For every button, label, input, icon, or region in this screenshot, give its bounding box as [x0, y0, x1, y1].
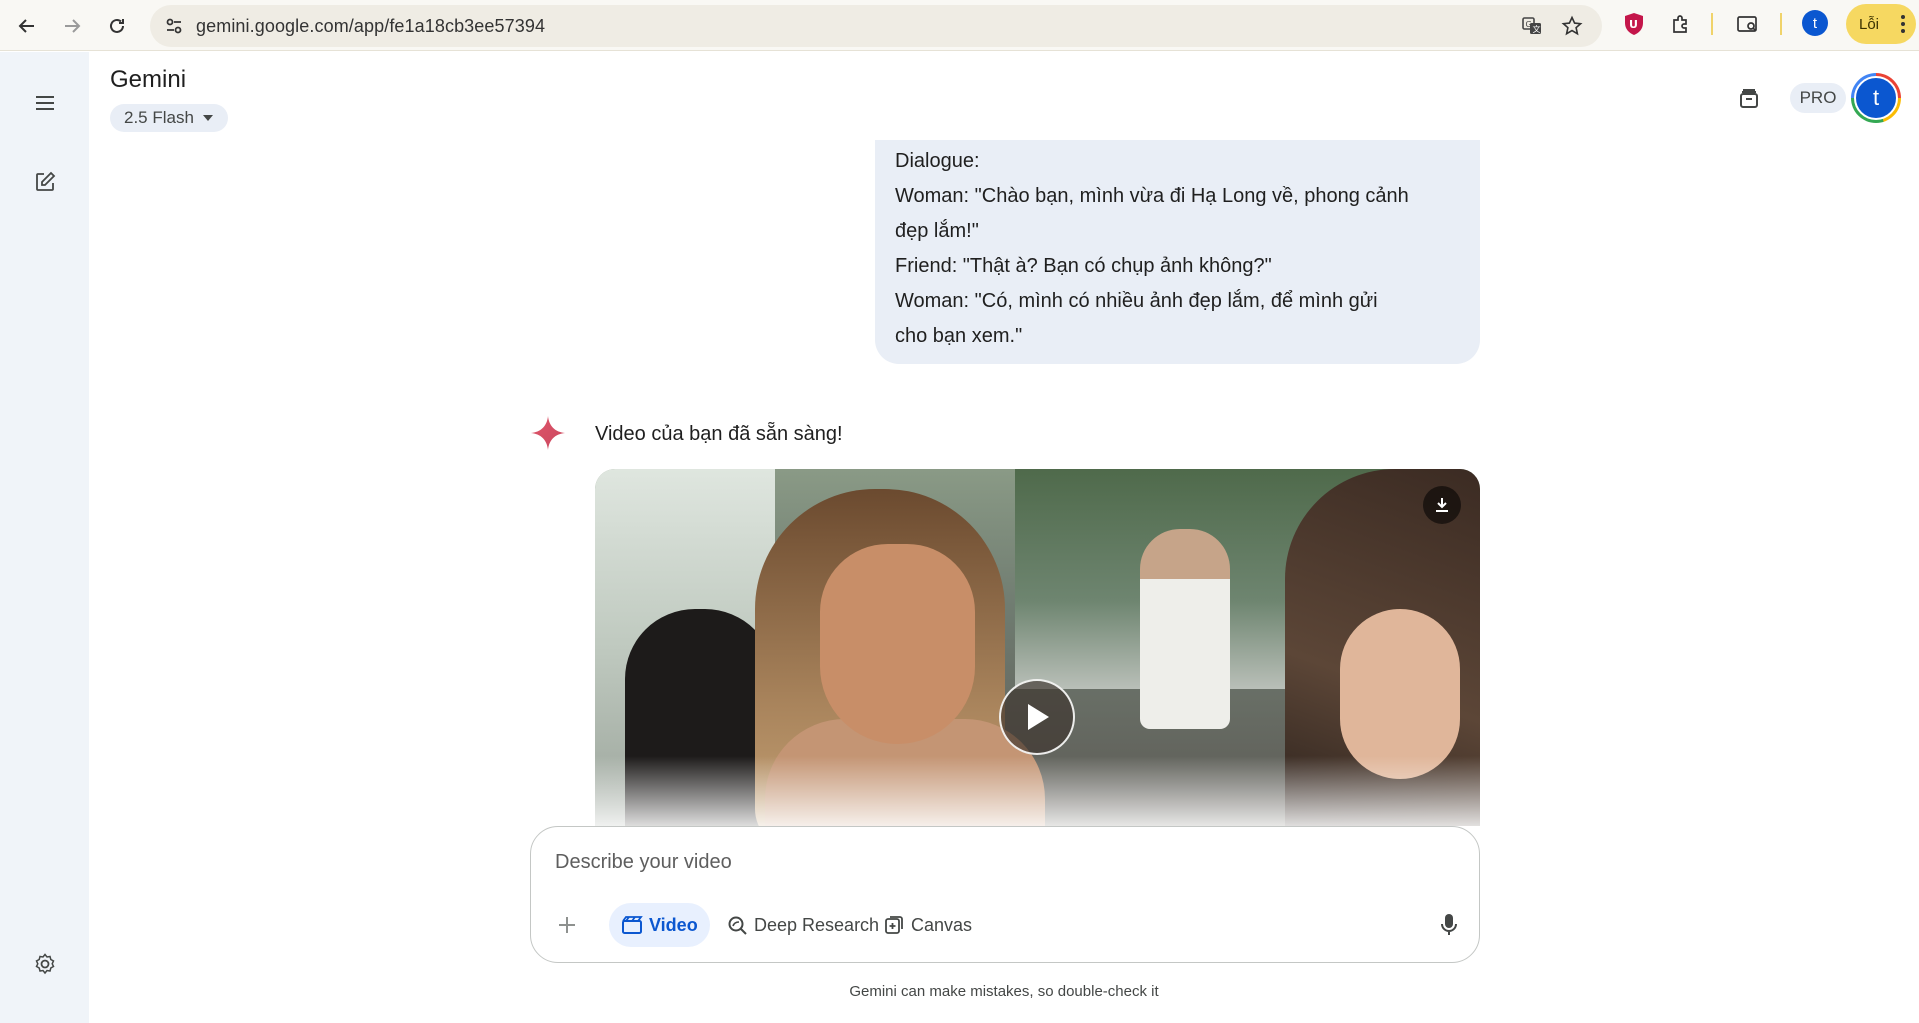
reload-button[interactable]: [99, 8, 135, 44]
gemini-spark-icon: [531, 416, 565, 450]
tool-video-button[interactable]: Video: [609, 903, 710, 947]
user-message-bubble: Dialogue: Woman: "Chào bạn, mình vừa đi …: [875, 140, 1480, 364]
site-settings-icon[interactable]: [162, 14, 186, 38]
message-line: Dialogue:: [895, 150, 980, 172]
edit-icon: [36, 171, 56, 191]
settings-button[interactable]: [24, 943, 66, 985]
tool-label: Canvas: [911, 914, 973, 935]
tool-label: Video: [649, 914, 698, 935]
app-title: Gemini: [110, 66, 187, 93]
back-arrow-icon: [18, 19, 34, 33]
new-chat-button[interactable]: [24, 161, 66, 203]
browser-toolbar: gemini.google.com/app/fe1a18cb3ee57394 G…: [0, 0, 1919, 51]
video-player[interactable]: [595, 469, 1480, 826]
pro-badge[interactable]: PRO: [1790, 83, 1846, 113]
message-line: đẹp lắm!": [895, 220, 979, 242]
tool-label: Deep Research: [754, 914, 880, 935]
gear-icon: [35, 953, 55, 975]
avatar-initial: t: [1854, 76, 1898, 120]
plus-icon: [559, 917, 575, 933]
ublock-extension-icon[interactable]: U: [1620, 10, 1648, 38]
extensions-puzzle-icon[interactable]: [1667, 10, 1695, 38]
search-tabs-icon[interactable]: [1734, 10, 1762, 38]
download-icon: [1436, 498, 1448, 512]
model-name: 2.5 Flash: [124, 108, 194, 127]
prompt-input[interactable]: [555, 847, 1435, 877]
message-line: Woman: "Chào bạn, mình vừa đi Hạ Long về…: [895, 185, 1409, 207]
forward-arrow-icon: [65, 19, 81, 33]
canvas-icon: [885, 916, 903, 934]
model-selector[interactable]: 2.5 Flash: [110, 104, 228, 132]
account-avatar[interactable]: t: [1851, 73, 1901, 123]
browser-profile-avatar[interactable]: t: [1802, 10, 1828, 36]
caret-down-icon: [202, 115, 213, 121]
back-button[interactable]: [9, 8, 45, 44]
microphone-icon: [1441, 914, 1457, 935]
message-line: Friend: "Thật à? Bạn có chụp ảnh không?": [895, 255, 1272, 277]
svg-text:U: U: [1629, 18, 1638, 31]
toolbar-separator: [1780, 13, 1782, 35]
reply-text: Video của bạn đã sẵn sàng!: [595, 423, 843, 445]
video-clapper-icon: [622, 916, 643, 934]
message-line: Woman: "Có, mình có nhiều ảnh đẹp lắm, đ…: [895, 290, 1378, 312]
video-frame-figure: [820, 544, 975, 744]
add-attachment-button[interactable]: [551, 909, 583, 941]
video-fade-overlay: [595, 756, 1480, 826]
toolbar-separator: [1711, 13, 1713, 35]
temporary-chat-button[interactable]: [1731, 80, 1767, 116]
browser-error-button[interactable]: Lỗi: [1846, 4, 1916, 44]
microphone-button[interactable]: [1431, 907, 1467, 943]
svg-text:文: 文: [1533, 24, 1541, 34]
main-menu-button[interactable]: [24, 82, 66, 124]
url-text: gemini.google.com/app/fe1a18cb3ee57394: [196, 16, 546, 36]
download-video-button[interactable]: [1423, 486, 1461, 524]
translate-icon[interactable]: G文: [1520, 14, 1544, 38]
tool-canvas-button[interactable]: Canvas: [871, 903, 984, 947]
address-bar[interactable]: gemini.google.com/app/fe1a18cb3ee57394 G…: [150, 5, 1602, 47]
prompt-composer: Video Deep Research Canvas: [530, 826, 1480, 963]
message-line: cho bạn xem.": [895, 325, 1023, 347]
play-icon: [1028, 704, 1049, 730]
video-frame-figure: [1140, 529, 1230, 729]
archive-icon: [1740, 89, 1758, 108]
reload-icon: [110, 18, 124, 33]
hamburger-icon: [36, 96, 54, 110]
tool-deep-research-button[interactable]: Deep Research: [714, 903, 891, 947]
video-frame-figure: [1340, 609, 1460, 779]
disclaimer-text: Gemini can make mistakes, so double-chec…: [849, 983, 1159, 1000]
bookmark-star-icon[interactable]: [1560, 14, 1584, 38]
side-rail: [0, 52, 89, 1023]
deep-research-icon: [728, 916, 747, 935]
forward-button[interactable]: [54, 8, 90, 44]
more-menu-icon: [1901, 15, 1905, 33]
play-button[interactable]: [999, 679, 1075, 755]
error-label: Lỗi: [1859, 15, 1880, 33]
